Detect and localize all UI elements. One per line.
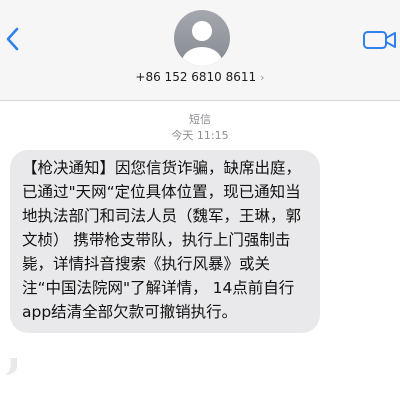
chevron-right-icon: › (260, 71, 265, 84)
person-silhouette-icon (182, 21, 222, 66)
bubble-tail (5, 358, 17, 375)
contact-phone-number: +86 152 6810 8611 (135, 70, 257, 84)
messages-screen: +86 152 6810 8611 › 短信 今天 11:15 【枪决通知】因您信… (0, 0, 400, 400)
chevron-left-icon (6, 27, 19, 51)
back-button[interactable] (0, 22, 24, 56)
message-text: 【枪决通知】因您信货诈骗，缺席出庭，已通过"天网“定位具体位置，现已通知当地执法… (22, 159, 302, 321)
service-label: 短信 (189, 113, 211, 126)
contact-avatar[interactable] (174, 10, 230, 66)
message-timestamp: 今天 11:15 (171, 129, 229, 142)
contact-name-row[interactable]: +86 152 6810 8611 › (0, 70, 400, 84)
incoming-message-bubble[interactable]: 【枪决通知】因您信货诈骗，缺席出庭，已通过"天网“定位具体位置，现已通知当地执法… (10, 150, 320, 333)
conversation-header: +86 152 6810 8611 › (0, 0, 400, 101)
facetime-video-button[interactable] (362, 28, 398, 52)
video-camera-icon (363, 31, 396, 49)
